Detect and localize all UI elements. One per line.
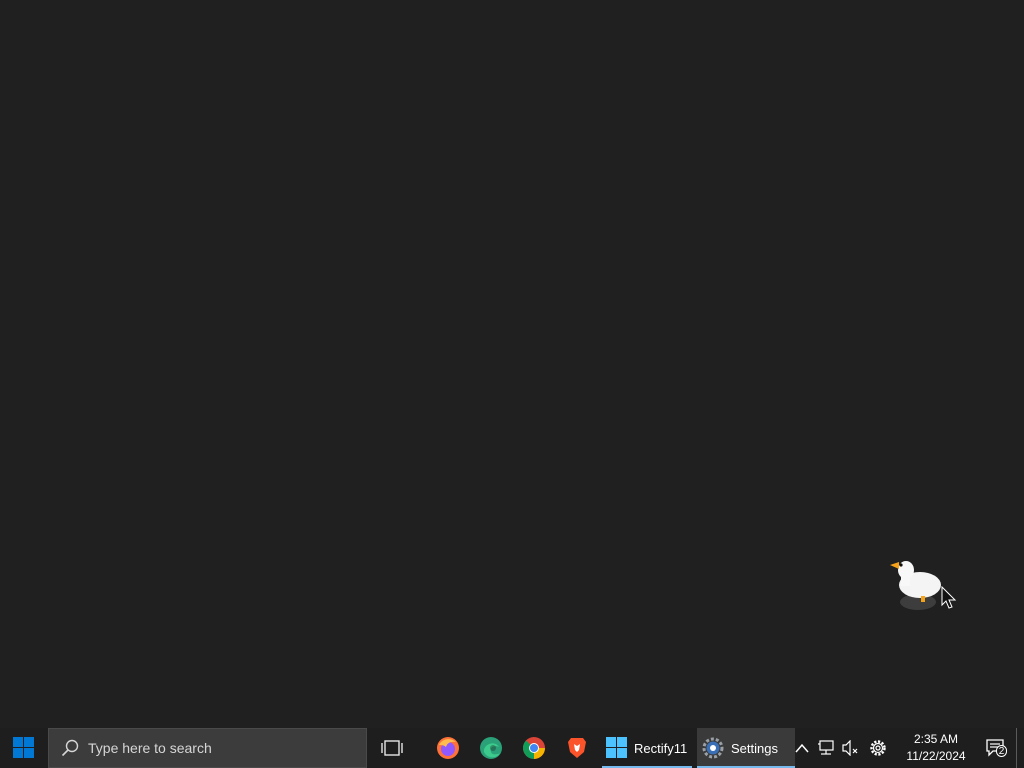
brave-icon xyxy=(567,738,586,758)
network-icon xyxy=(818,740,834,755)
desktop-goose-icon xyxy=(890,561,941,610)
search-icon xyxy=(61,739,79,757)
search-placeholder: Type here to search xyxy=(88,740,212,756)
start-button[interactable] xyxy=(0,728,48,768)
windows-logo-icon xyxy=(606,737,627,758)
volume-button[interactable] xyxy=(838,728,862,768)
brave-taskbar-button[interactable] xyxy=(555,728,598,768)
settings-label: Settings xyxy=(731,740,778,756)
task-view-button[interactable] xyxy=(368,728,416,768)
gear-icon xyxy=(870,740,886,756)
show-desktop-button[interactable] xyxy=(1016,728,1024,768)
desktop[interactable] xyxy=(0,0,1024,728)
firefox-taskbar-button[interactable] xyxy=(426,728,469,768)
show-hidden-icons-button[interactable] xyxy=(790,728,814,768)
mouse-cursor-icon xyxy=(941,586,957,609)
action-center-button[interactable]: 2 xyxy=(976,728,1016,768)
chrome-taskbar-button[interactable] xyxy=(512,728,555,768)
gear-icon xyxy=(702,737,724,759)
chrome-icon xyxy=(522,737,545,759)
clock-time: 2:35 AM xyxy=(913,732,959,746)
volume-muted-icon xyxy=(842,740,858,756)
notification-count-badge: 2 xyxy=(996,745,1007,757)
network-button[interactable] xyxy=(814,728,838,768)
edge-taskbar-button[interactable] xyxy=(469,728,512,768)
settings-taskbar-button[interactable]: Settings xyxy=(697,728,795,768)
search-box[interactable]: Type here to search xyxy=(48,728,367,768)
chevron-up-icon xyxy=(795,743,809,753)
clock-date: 11/22/2024 xyxy=(906,749,966,763)
task-view-icon xyxy=(381,740,403,756)
windows-logo-icon xyxy=(13,737,34,758)
taskbar: Type here to search Rectify11 Settings 2… xyxy=(0,728,1024,768)
system-tray: 2:35 AM 11/22/2024 2 xyxy=(790,728,1024,768)
rectify11-label: Rectify11 xyxy=(634,740,688,756)
edge-icon xyxy=(479,737,502,759)
settings-tray-button[interactable] xyxy=(866,728,890,768)
firefox-icon xyxy=(436,737,459,759)
clock[interactable]: 2:35 AM 11/22/2024 xyxy=(896,728,976,768)
rectify11-taskbar-button[interactable]: Rectify11 xyxy=(602,728,692,768)
